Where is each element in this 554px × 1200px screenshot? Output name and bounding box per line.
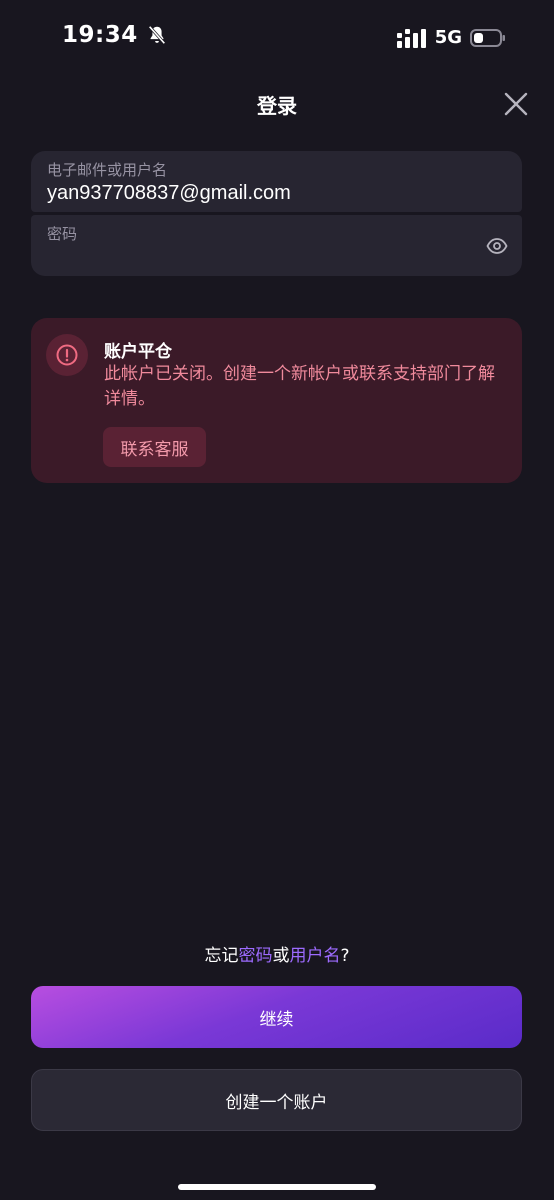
create-account-button[interactable]: 创建一个账户 xyxy=(31,1069,522,1131)
account-closed-alert: 账户平仓 此帐户已关闭。创建一个新帐户或联系支持部门了解详情。 联系客服 xyxy=(31,318,522,483)
forgot-username-link[interactable]: 用户名 xyxy=(289,946,340,966)
eye-icon[interactable] xyxy=(486,236,508,256)
page-title: 登录 xyxy=(257,94,297,118)
status-time-text: 19:34 xyxy=(62,22,138,48)
bell-slash-icon xyxy=(148,25,166,45)
status-time: 19:34 xyxy=(62,22,168,48)
alert-icon-wrap xyxy=(46,334,88,376)
forgot-suffix: ? xyxy=(340,946,350,966)
network-type: 5G xyxy=(434,27,462,48)
status-bar: 19:34 5G xyxy=(0,0,554,76)
close-icon[interactable] xyxy=(502,90,530,118)
alert-title: 账户平仓 xyxy=(104,342,172,362)
email-field-label: 电子邮件或用户名 xyxy=(47,161,168,179)
forgot-password-link[interactable]: 密码 xyxy=(238,946,272,966)
forgot-prefix: 忘记 xyxy=(204,946,239,966)
password-input[interactable] xyxy=(47,246,467,269)
continue-button[interactable]: 继续 xyxy=(31,986,522,1048)
alert-circle-icon xyxy=(56,344,78,366)
email-input[interactable] xyxy=(47,182,467,205)
password-field[interactable]: 密码 xyxy=(31,215,522,276)
alert-message: 此帐户已关闭。创建一个新帐户或联系支持部门了解详情。 xyxy=(104,364,495,409)
signal-icon xyxy=(396,28,426,48)
contact-support-button[interactable]: 联系客服 xyxy=(103,427,206,467)
forgot-credentials: 忘记密码或用户名? xyxy=(0,941,554,966)
header: 登录 xyxy=(0,80,554,128)
status-right: 5G xyxy=(396,27,506,48)
email-field[interactable]: 电子邮件或用户名 xyxy=(31,151,522,212)
home-indicator[interactable] xyxy=(178,1184,376,1190)
forgot-or: 或 xyxy=(272,946,290,966)
battery-icon xyxy=(470,28,505,47)
password-field-label: 密码 xyxy=(47,225,78,243)
